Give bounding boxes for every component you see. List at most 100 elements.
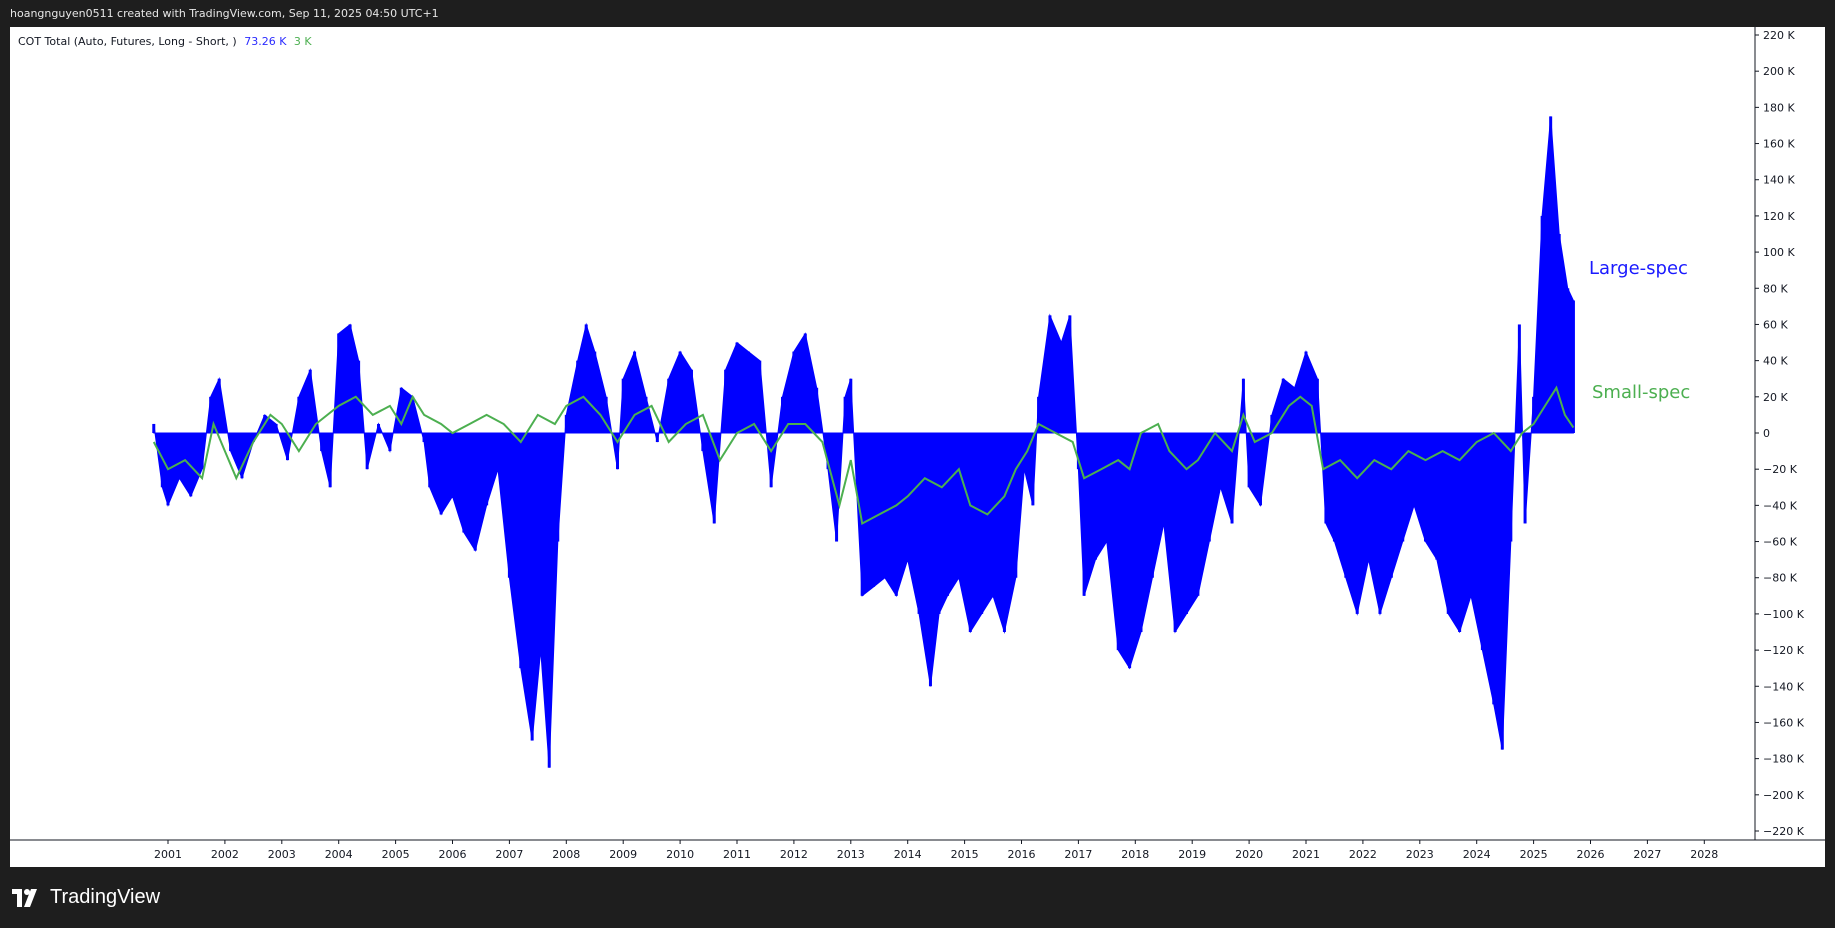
- y-tick-label: −200 K: [1763, 789, 1805, 802]
- y-tick-label: −100 K: [1763, 608, 1805, 621]
- large-spec-bar: [1031, 433, 1035, 506]
- x-tick-label: 2013: [837, 848, 865, 861]
- large-spec-bar: [894, 433, 898, 596]
- large-spec-bar: [1324, 433, 1328, 524]
- large-spec-bar: [1022, 433, 1026, 470]
- x-tick-label: 2004: [325, 848, 353, 861]
- large-spec-bar: [1446, 433, 1450, 614]
- large-spec-bar: [399, 387, 403, 433]
- large-spec-bar: [240, 433, 244, 479]
- large-spec-bar: [462, 433, 466, 533]
- large-spec-bar: [980, 433, 984, 614]
- large-spec-bar: [1002, 433, 1006, 632]
- large-spec-bar: [1048, 315, 1052, 433]
- large-spec-bar: [209, 396, 213, 433]
- tradingview-logo[interactable]: TradingView: [12, 886, 160, 909]
- x-tick-label: 2014: [894, 848, 922, 861]
- x-tick-label: 2008: [552, 848, 580, 861]
- large-spec-bar: [1068, 315, 1072, 433]
- large-spec-bar: [758, 360, 762, 433]
- large-spec-bar: [1258, 433, 1262, 506]
- large-spec-bar: [1532, 396, 1536, 433]
- large-spec-bar: [328, 433, 332, 488]
- large-spec-bar: [843, 396, 847, 433]
- y-tick-label: −180 K: [1763, 753, 1805, 766]
- large-spec-bar: [1105, 433, 1109, 542]
- large-spec-bar: [1247, 433, 1251, 488]
- large-spec-bar: [1540, 215, 1544, 433]
- large-spec-bar: [1304, 351, 1308, 433]
- x-tick-label: 2007: [495, 848, 523, 861]
- x-tick-label: 2012: [780, 848, 808, 861]
- large-spec-bar: [357, 360, 361, 433]
- large-spec-bar: [1093, 433, 1097, 560]
- large-spec-bar: [1566, 288, 1570, 433]
- x-tick-label: 2025: [1520, 848, 1548, 861]
- x-tick-label: 2028: [1690, 848, 1718, 861]
- x-tick-label: 2006: [439, 848, 467, 861]
- large-spec-bar: [428, 433, 432, 488]
- x-tick-label: 2026: [1577, 848, 1605, 861]
- large-spec-bar: [1332, 433, 1336, 542]
- small-spec-label: Small-spec: [1592, 382, 1690, 403]
- large-spec-bar: [229, 433, 233, 452]
- large-spec-bar: [1401, 433, 1405, 542]
- large-spec-bar: [735, 342, 739, 433]
- large-spec-bar: [815, 387, 819, 433]
- large-spec-bar: [1344, 433, 1348, 578]
- y-tick-label: 60 K: [1763, 318, 1788, 331]
- y-tick-label: 160 K: [1763, 138, 1795, 151]
- brand-name: TradingView: [50, 886, 161, 908]
- large-spec-bar: [655, 433, 659, 443]
- x-tick-label: 2018: [1121, 848, 1149, 861]
- large-spec-bar: [539, 433, 543, 651]
- large-spec-bar: [285, 433, 289, 461]
- large-spec-bar: [473, 433, 477, 551]
- large-spec-bar: [1423, 433, 1427, 542]
- indicator-legend[interactable]: COT Total (Auto, Futures, Long - Short, …: [18, 35, 312, 48]
- y-tick-label: −20 K: [1763, 463, 1798, 476]
- large-spec-bar: [485, 433, 489, 506]
- large-spec-bar: [803, 333, 807, 433]
- indicator-title: COT Total (Auto, Futures, Long - Short, …: [18, 35, 237, 48]
- large-spec-bar: [1293, 387, 1297, 433]
- large-spec-bar: [937, 433, 941, 614]
- small-spec-value: 3 K: [293, 35, 312, 48]
- large-spec-bar: [1549, 116, 1553, 433]
- large-spec-bar: [781, 396, 785, 433]
- x-tick-label: 2016: [1008, 848, 1036, 861]
- large-spec-bar: [584, 324, 588, 433]
- large-spec-bar: [1435, 433, 1439, 560]
- large-spec-bar: [1355, 433, 1359, 614]
- large-spec-bar: [1378, 433, 1382, 614]
- large-spec-bar: [337, 333, 341, 433]
- large-spec-bar: [616, 433, 620, 470]
- large-spec-bar: [724, 369, 728, 433]
- large-spec-bar: [507, 433, 511, 578]
- large-spec-bar: [1458, 433, 1462, 632]
- x-tick-label: 2022: [1349, 848, 1377, 861]
- y-tick-label: −140 K: [1763, 680, 1805, 693]
- large-spec-bar: [1389, 433, 1393, 578]
- large-spec-bar: [769, 433, 773, 488]
- large-spec-bar: [564, 414, 568, 433]
- large-spec-bar: [689, 369, 693, 433]
- large-spec-bar: [576, 360, 580, 433]
- large-spec-bar: [1412, 433, 1416, 506]
- large-spec-bar: [496, 433, 500, 470]
- x-tick-label: 2023: [1406, 848, 1434, 861]
- large-spec-bar: [792, 351, 796, 433]
- y-tick-label: −120 K: [1763, 644, 1805, 657]
- x-tick-label: 2003: [268, 848, 296, 861]
- large-spec-bar: [177, 433, 181, 479]
- x-tick-label: 2005: [382, 848, 410, 861]
- x-tick-label: 2024: [1463, 848, 1491, 861]
- large-spec-bar: [604, 396, 608, 433]
- large-spec-bar: [530, 433, 534, 741]
- large-spec-bar: [991, 433, 995, 596]
- large-spec-bar: [1207, 433, 1211, 542]
- y-tick-label: −40 K: [1763, 499, 1798, 512]
- y-tick-label: 140 K: [1763, 174, 1795, 187]
- x-tick-label: 2011: [723, 848, 751, 861]
- large-spec-bar: [217, 378, 221, 433]
